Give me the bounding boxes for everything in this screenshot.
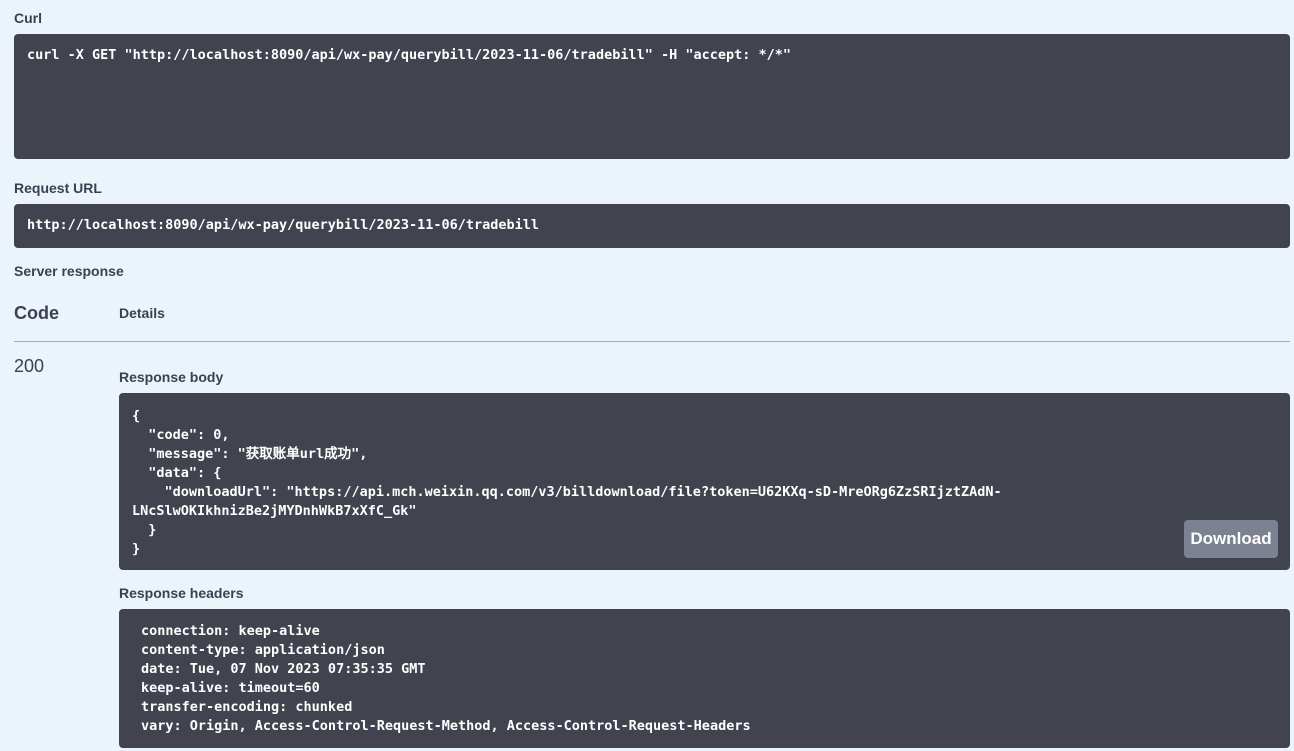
response-headers-title: Response headers (119, 585, 244, 601)
curl-title: Curl (14, 10, 42, 26)
swagger-response-panel: Curl curl -X GET "http://localhost:8090/… (0, 0, 1294, 751)
download-button[interactable]: Download (1184, 520, 1278, 558)
status-code: 200 (14, 356, 45, 376)
request-url-title: Request URL (14, 180, 102, 196)
curl-command[interactable]: curl -X GET "http://localhost:8090/api/w… (14, 34, 1290, 159)
response-body-title: Response body (119, 369, 224, 385)
details-column-header: Details (119, 305, 165, 321)
table-divider (14, 341, 1290, 342)
server-response-title: Server response (14, 263, 124, 279)
response-body[interactable]: { "code": 0, "message": "获取账单url成功", "da… (119, 393, 1290, 570)
request-url-value[interactable]: http://localhost:8090/api/wx-pay/querybi… (14, 204, 1290, 248)
code-column-header: Code (14, 303, 59, 323)
response-headers[interactable]: connection: keep-alive content-type: app… (119, 609, 1290, 748)
